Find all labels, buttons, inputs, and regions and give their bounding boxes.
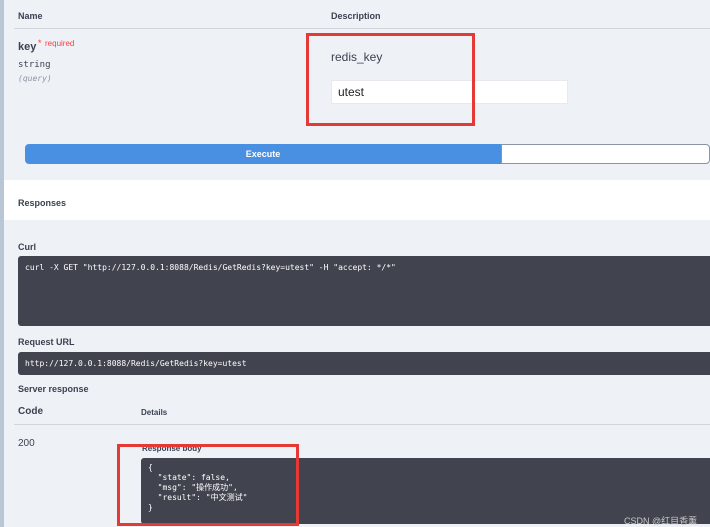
column-header-name: Name [18, 11, 43, 21]
watermark: CSDN @红目香薰 [624, 516, 698, 526]
key-input[interactable] [331, 80, 568, 104]
responses-title: Responses [18, 198, 67, 208]
response-body-label: Response body [142, 444, 202, 453]
responses-header [4, 186, 710, 220]
clear-button[interactable] [501, 144, 710, 164]
curl-label: Curl [18, 242, 36, 252]
parameter-location: (query) [18, 74, 52, 83]
request-url-label: Request URL [18, 337, 75, 347]
curl-command[interactable]: curl -X GET "http://127.0.0.1:8088/Redis… [18, 256, 710, 326]
request-url[interactable]: http://127.0.0.1:8088/Redis/GetRedis?key… [18, 352, 710, 375]
column-header-code: Code [18, 406, 43, 417]
required-marker: * [38, 38, 42, 48]
response-header-divider [14, 424, 710, 425]
parameter-type: string [18, 60, 51, 70]
execute-button[interactable]: Execute [25, 144, 501, 164]
column-header-description: Description [331, 11, 381, 21]
status-code: 200 [18, 438, 35, 449]
header-divider [14, 28, 710, 29]
server-response-label: Server response [18, 384, 89, 394]
required-label: required [45, 39, 75, 48]
parameter-description: redis_key [331, 50, 383, 64]
column-header-details: Details [141, 408, 168, 417]
parameter-name: key [18, 41, 37, 53]
